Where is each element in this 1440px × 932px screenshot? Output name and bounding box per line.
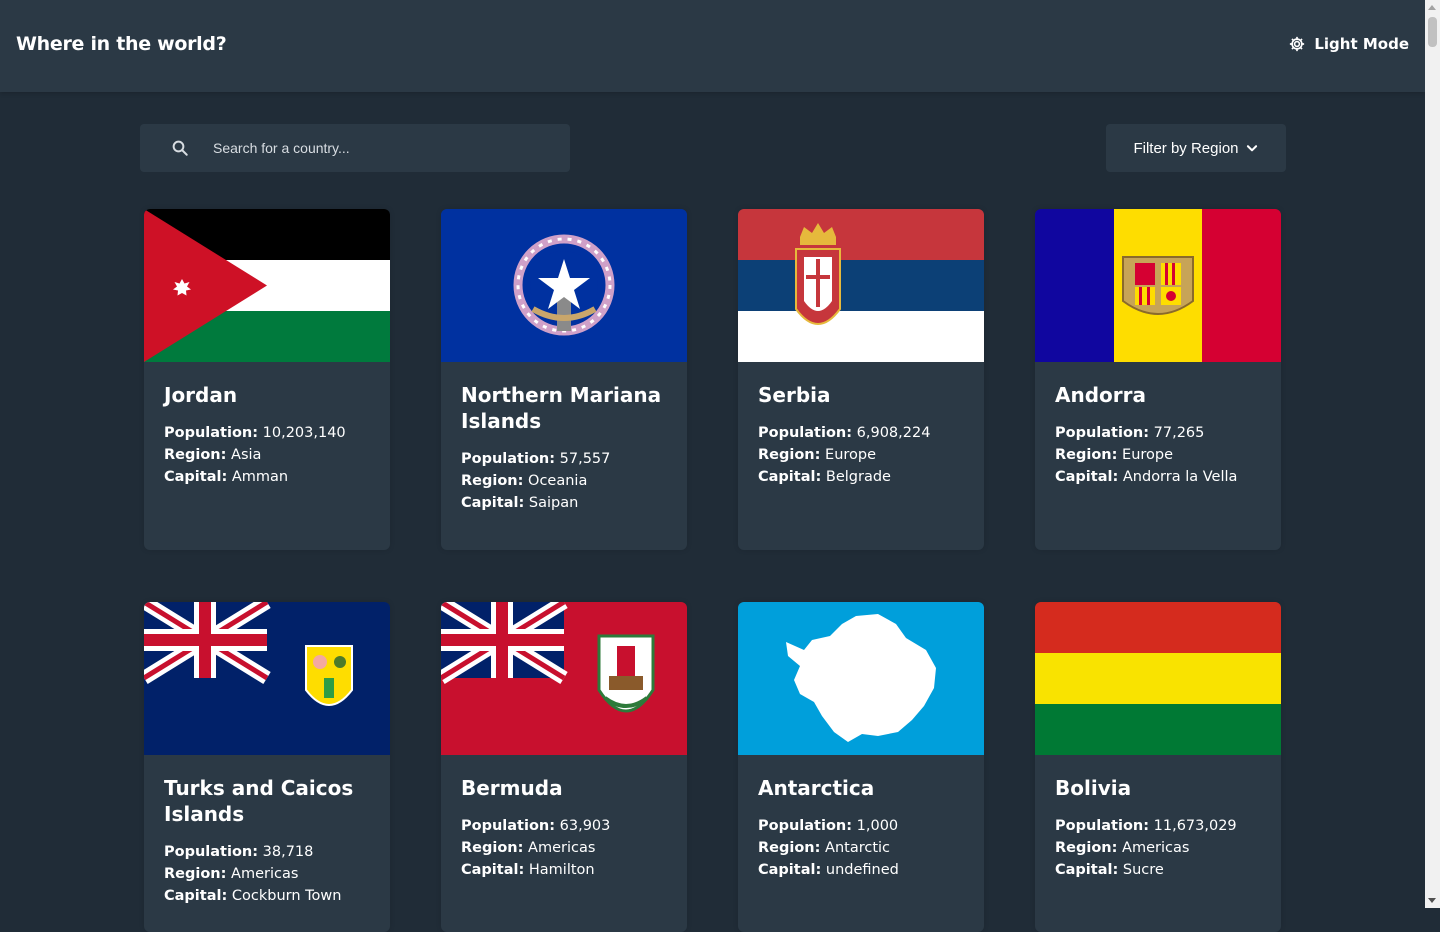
flag-image: [1035, 209, 1281, 362]
country-name: Antarctica: [758, 776, 875, 800]
country-card[interactable]: Jordan Population: 10,203,140 Region: As…: [144, 209, 390, 550]
population-row: Population: 1,000: [758, 818, 899, 834]
search-input[interactable]: [211, 139, 535, 157]
search-box[interactable]: [140, 124, 570, 172]
region-row: Region: Americas: [164, 866, 299, 882]
population-row: Population: 6,908,224: [758, 425, 931, 441]
search-icon: [171, 139, 189, 157]
region-row: Region: Antarctic: [758, 840, 891, 856]
population-row: Population: 11,673,029: [1055, 818, 1237, 834]
region-row: Region: Americas: [1055, 840, 1190, 856]
country-card[interactable]: Bolivia Population: 11,673,029 Region: A…: [1035, 602, 1281, 932]
theme-toggle-label: Light Mode: [1314, 35, 1409, 53]
scrollbar-thumb[interactable]: [1428, 17, 1437, 47]
population-row: Population: 77,265: [1055, 425, 1205, 441]
flag-image: [738, 602, 984, 755]
app-title: Where in the world?: [16, 33, 227, 55]
country-card[interactable]: Andorra Population: 77,265 Region: Europ…: [1035, 209, 1281, 550]
app-header: Where in the world? Light Mode: [0, 0, 1425, 92]
flag-image: [144, 209, 390, 362]
gear-icon: [1290, 36, 1305, 52]
capital-row: Capital: Cockburn Town: [164, 888, 342, 904]
country-card[interactable]: Serbia Population: 6,908,224 Region: Eur…: [738, 209, 984, 550]
country-name: Andorra: [1055, 383, 1146, 407]
region-filter-label: Filter by Region: [1133, 139, 1239, 157]
capital-row: Capital: Hamilton: [461, 862, 595, 878]
capital-row: Capital: Belgrade: [758, 469, 891, 485]
region-row: Region: Americas: [461, 840, 596, 856]
region-row: Region: Europe: [758, 447, 877, 463]
population-row: Population: 57,557: [461, 451, 611, 467]
region-filter-dropdown[interactable]: Filter by Region: [1106, 124, 1286, 172]
chevron-down-icon: [1246, 145, 1257, 152]
country-card[interactable]: Turks and Caicos Islands Population: 38,…: [144, 602, 390, 932]
country-card[interactable]: Northern Mariana Islands Population: 57,…: [441, 209, 687, 550]
capital-row: Capital: Andorra la Vella: [1055, 469, 1238, 485]
flag-image: [441, 209, 687, 362]
flag-image: [144, 602, 390, 755]
region-row: Region: Oceania: [461, 473, 588, 489]
country-name: Jordan: [164, 383, 238, 407]
scroll-down-arrow-icon[interactable]: [1428, 898, 1436, 903]
country-card[interactable]: Bermuda Population: 63,903 Region: Ameri…: [441, 602, 687, 932]
country-name: Turks and Caicos Islands: [164, 776, 354, 826]
country-name: Bermuda: [461, 776, 563, 800]
capital-row: Capital: Sucre: [1055, 862, 1164, 878]
capital-row: Capital: Amman: [164, 469, 289, 485]
region-row: Region: Europe: [1055, 447, 1174, 463]
capital-row: Capital: Saipan: [461, 495, 579, 511]
population-row: Population: 10,203,140: [164, 425, 346, 441]
flag-image: [441, 602, 687, 755]
page-scrollbar[interactable]: [1425, 0, 1440, 908]
country-name: Serbia: [758, 383, 831, 407]
capital-row: Capital: undefined: [758, 862, 899, 878]
flag-image: [738, 209, 984, 362]
population-row: Population: 63,903: [461, 818, 611, 834]
country-card[interactable]: Antarctica Population: 1,000 Region: Ant…: [738, 602, 984, 932]
theme-toggle-button[interactable]: Light Mode: [1288, 35, 1409, 53]
region-row: Region: Asia: [164, 447, 262, 463]
scroll-up-arrow-icon[interactable]: [1428, 5, 1436, 10]
flag-image: [1035, 602, 1281, 755]
country-name: Northern Mariana Islands: [461, 383, 662, 433]
population-row: Population: 38,718: [164, 844, 314, 860]
country-name: Bolivia: [1055, 776, 1132, 800]
